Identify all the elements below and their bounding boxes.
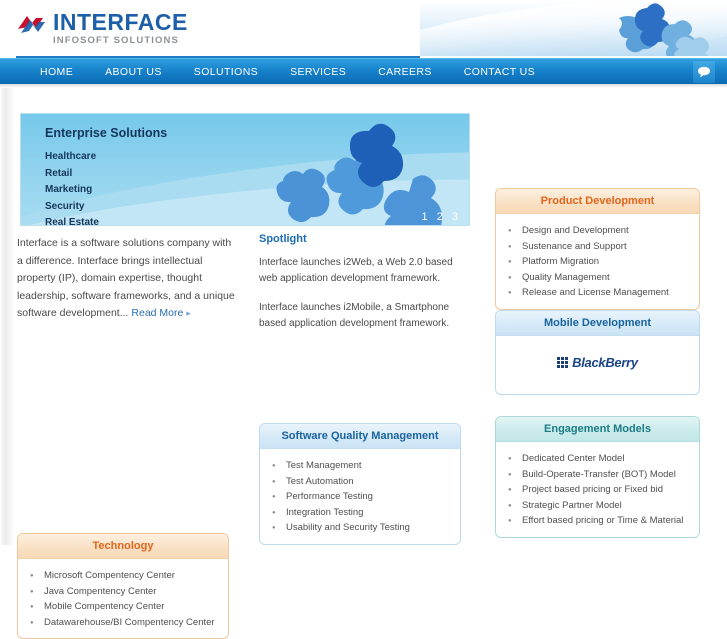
page-root: INTERFACE INFOSOFT SOLUTIONS HOME ABOUT … (0, 0, 727, 639)
panel-technology: Technology Microsoft Compentency Center … (17, 533, 229, 639)
nav-item-about-us[interactable]: ABOUT US (89, 59, 178, 85)
nav-item-solutions[interactable]: SOLUTIONS (178, 59, 274, 85)
blackberry-dots-icon (557, 356, 569, 368)
list-item[interactable]: Build-Operate-Transfer (BOT) Model (508, 467, 689, 483)
header-banner-graphic (420, 0, 727, 56)
slider-page-2[interactable]: 2 (437, 211, 446, 223)
company-intro: Interface is a software solutions compan… (17, 235, 239, 323)
interface-logo-mark-icon (18, 16, 45, 33)
panel-software-quality-management: Software Quality Management Test Managem… (259, 423, 461, 545)
nav-item-careers[interactable]: CAREERS (362, 59, 448, 85)
hero-slider[interactable]: Enterprise Solutions Healthcare Retail M… (20, 113, 470, 226)
read-more-arrow-icon: ▸ (186, 308, 191, 318)
hero-title: Enterprise Solutions (45, 126, 168, 140)
spotlight-item-i2web: Interface launches i2Web, a Web 2.0 base… (259, 257, 453, 284)
list-item[interactable]: Test Management (272, 458, 450, 474)
slider-page-3[interactable]: 3 (452, 211, 461, 223)
list-item[interactable]: Microsoft Compentency Center (30, 568, 218, 584)
list-item[interactable]: Strategic Partner Model (508, 498, 689, 514)
chat-bubble-glyph (698, 66, 710, 78)
list-item[interactable]: Integration Testing (272, 505, 450, 521)
list-item[interactable]: Mobile Compentency Center (30, 599, 218, 615)
panel-software-quality-body: Test Management Test Automation Performa… (260, 449, 460, 544)
puzzle-pieces-header-icon (619, 3, 710, 56)
nav-item-services[interactable]: SERVICES (274, 59, 362, 85)
list-item[interactable]: Sustenance and Support (508, 239, 689, 255)
spotlight-section: Spotlight Interface launches i2Web, a We… (259, 233, 459, 345)
puzzle-pieces-hero-icon (276, 123, 443, 225)
hero-text-block: Enterprise Solutions Healthcare Retail M… (45, 126, 168, 225)
list-item[interactable]: Quality Management (508, 270, 689, 286)
hero-solution-list: Healthcare Retail Marketing Security Rea… (45, 149, 167, 225)
blackberry-logo: BlackBerry (496, 336, 699, 388)
panel-engagement-models-body: Dedicated Center Model Build-Operate-Tra… (496, 442, 699, 537)
list-item[interactable]: Usability and Security Testing (272, 520, 450, 536)
list-item[interactable]: Java Compentency Center (30, 584, 218, 600)
nav-item-home[interactable]: HOME (24, 59, 89, 85)
list-item[interactable]: Effort based pricing or Time & Material (508, 513, 689, 529)
list-item[interactable]: Design and Development (508, 223, 689, 239)
read-more-link[interactable]: Read More (131, 307, 183, 319)
panel-software-quality-title: Software Quality Management (260, 424, 460, 449)
site-header: INTERFACE INFOSOFT SOLUTIONS (0, 0, 727, 58)
list-item[interactable]: Performance Testing (272, 489, 450, 505)
content-left-edge (0, 88, 14, 545)
panel-mobile-development: Mobile Development BlackBerry (495, 310, 700, 395)
panel-engagement-models: Engagement Models Dedicated Center Model… (495, 416, 700, 538)
list-item[interactable]: Platform Migration (508, 254, 689, 270)
main-navigation: HOME ABOUT US SOLUTIONS SERVICES CAREERS… (0, 58, 727, 84)
hero-item-healthcare[interactable]: Healthcare (45, 149, 167, 166)
chat-bubble-icon[interactable] (693, 61, 715, 83)
panel-technology-body: Microsoft Compentency Center Java Compen… (18, 559, 228, 638)
hero-item-retail[interactable]: Retail (45, 166, 167, 183)
list-item[interactable]: Project based pricing or Fixed bid (508, 482, 689, 498)
panel-technology-title: Technology (18, 534, 228, 559)
slider-pagination: 1 2 3 (422, 211, 462, 223)
panel-engagement-models-title: Engagement Models (496, 417, 699, 442)
hero-item-security[interactable]: Security (45, 199, 167, 216)
spotlight-item-i2mobile: Interface launches i2Mobile, a Smartphon… (259, 302, 450, 329)
logo-subtitle: INFOSOFT SOLUTIONS (53, 35, 179, 46)
list-item[interactable]: Dedicated Center Model (508, 451, 689, 467)
panel-product-development-body: Design and Development Sustenance and Su… (496, 214, 699, 309)
slider-page-1[interactable]: 1 (422, 211, 431, 223)
hero-item-real-estate[interactable]: Real Estate (45, 215, 167, 225)
main-content: Enterprise Solutions Healthcare Retail M… (0, 88, 727, 639)
list-item[interactable]: Test Automation (272, 474, 450, 490)
company-intro-text: Interface is a software solutions compan… (17, 237, 235, 319)
nav-item-contact-us[interactable]: CONTACT US (448, 59, 551, 85)
panel-mobile-development-title: Mobile Development (496, 311, 699, 336)
list-item[interactable]: Datawarehouse/BI Compentency Center (30, 615, 218, 631)
blackberry-wordmark: BlackBerry (572, 354, 638, 370)
logo-title: INTERFACE (53, 9, 188, 35)
panel-product-development: Product Development Design and Developme… (495, 188, 700, 310)
hero-item-marketing[interactable]: Marketing (45, 182, 167, 199)
panel-product-development-title: Product Development (496, 189, 699, 214)
spotlight-title: Spotlight (259, 233, 307, 245)
site-logo[interactable]: INTERFACE INFOSOFT SOLUTIONS (16, 10, 188, 47)
list-item[interactable]: Release and License Management (508, 285, 689, 301)
